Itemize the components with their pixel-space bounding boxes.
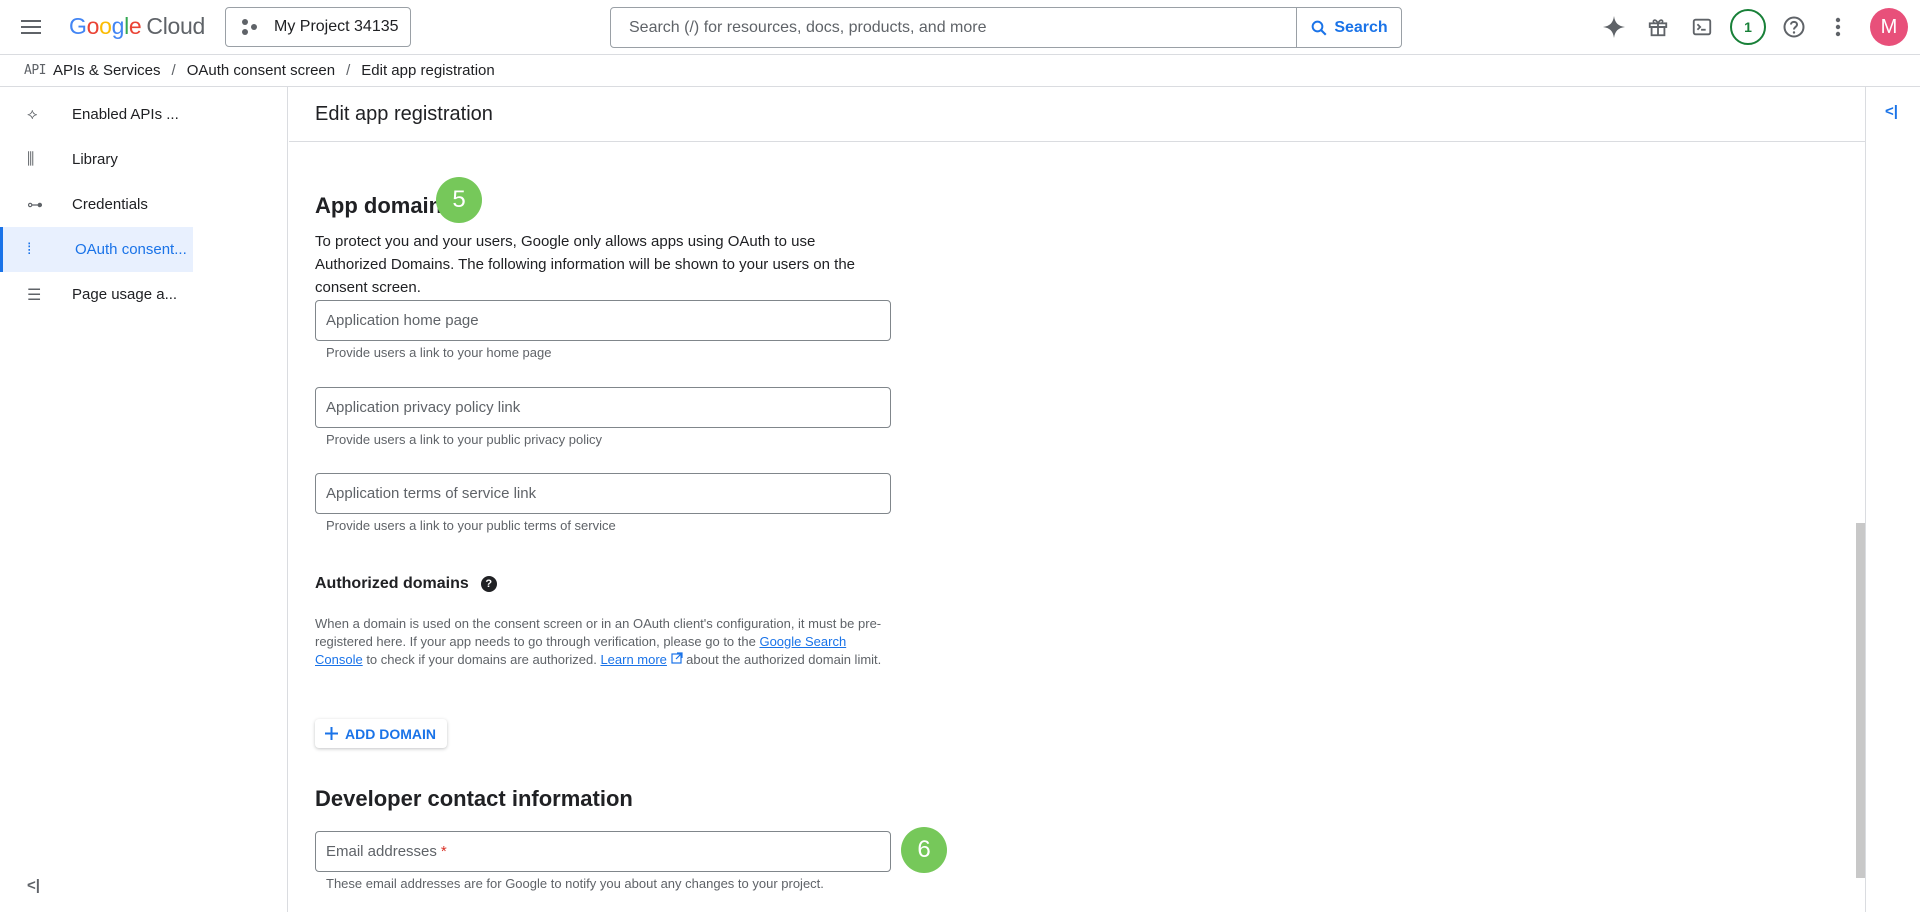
terms-of-service-field[interactable]: Application terms of service link <box>315 473 891 514</box>
authorized-domains-heading: Authorized domains ? <box>315 575 497 593</box>
collapse-sidebar-icon[interactable]: <| <box>27 877 40 894</box>
email-addresses-placeholder: Email addresses <box>326 843 437 860</box>
external-link-icon <box>670 652 683 664</box>
breadcrumb-separator: / <box>346 62 351 79</box>
breadcrumb-apis-services[interactable]: APIs & Services <box>53 62 161 79</box>
email-addresses-hint: These email addresses are for Google to … <box>326 876 824 891</box>
search-icon <box>1311 20 1327 35</box>
consent-icon: ⁞ <box>27 240 32 258</box>
breadcrumb-oauth-consent[interactable]: OAuth consent screen <box>187 62 335 79</box>
add-domain-button[interactable]: ADD DOMAIN <box>315 719 447 748</box>
breadcrumb-current: Edit app registration <box>361 62 495 79</box>
search-button[interactable]: Search <box>1296 8 1401 47</box>
top-actions: 1 M <box>1592 0 1920 54</box>
step-badge-5: 5 <box>436 177 482 223</box>
home-page-placeholder: Application home page <box>326 312 479 329</box>
project-picker-button[interactable]: My Project 34135 <box>225 7 411 47</box>
main-content: Edit app registration ... App domain 5 T… <box>289 87 1865 912</box>
sidebar-item-label: Page usage a... <box>72 286 178 303</box>
more-vert-icon[interactable] <box>1822 11 1854 43</box>
privacy-policy-placeholder: Application privacy policy link <box>326 399 521 416</box>
privacy-policy-hint: Provide users a link to your public priv… <box>326 432 603 447</box>
search-button-label: Search <box>1334 18 1388 36</box>
gemini-sparkle-icon[interactable] <box>1598 11 1630 43</box>
expand-panel-icon[interactable]: <| <box>1885 103 1898 120</box>
page-usage-icon: ☰ <box>27 286 42 304</box>
step-badge-6: 6 <box>901 827 947 873</box>
terms-of-service-placeholder: Application terms of service link <box>326 485 537 502</box>
google-cloud-logo[interactable]: Google Cloud <box>69 13 205 40</box>
page-title: Edit app registration <box>289 87 1865 142</box>
main-menu-button[interactable] <box>18 13 46 41</box>
clipped-text: ... <box>315 218 326 228</box>
terms-of-service-hint: Provide users a link to your public term… <box>326 518 616 533</box>
sidebar-item-page-usage[interactable]: ☰ Page usage a... <box>0 272 193 317</box>
library-icon: ⫼ <box>27 150 35 168</box>
help-icon[interactable] <box>1778 11 1810 43</box>
required-mark: * <box>440 843 447 860</box>
top-app-bar: Google Cloud My Project 34135 Search (/) … <box>0 0 1920 54</box>
developer-contact-heading: Developer contact information <box>315 786 633 811</box>
sidebar: ⟡ Enabled APIs ... ⫼ Library ⊶ Credentia… <box>0 87 288 912</box>
home-page-hint: Provide users a link to your home page <box>326 345 552 360</box>
scrollbar-thumb[interactable] <box>1856 523 1865 878</box>
account-avatar[interactable]: M <box>1870 8 1908 46</box>
sidebar-item-label: Enabled APIs ... <box>72 106 179 123</box>
email-addresses-field[interactable]: Email addresses * <box>315 831 891 872</box>
search-bar[interactable]: Search (/) for resources, docs, products… <box>610 7 1402 48</box>
learn-more-link[interactable]: Learn more <box>600 652 666 667</box>
app-domain-heading: App domain <box>315 193 443 218</box>
sidebar-item-label: OAuth consent... <box>75 241 187 258</box>
home-page-field[interactable]: Application home page <box>315 300 891 341</box>
add-domain-label: ADD DOMAIN <box>345 725 436 742</box>
right-rail: <| <box>1865 87 1920 912</box>
app-domain-description: To protect you and your users, Google on… <box>315 233 855 296</box>
notifications-badge[interactable]: 1 <box>1730 9 1766 45</box>
plus-icon <box>325 727 338 740</box>
sidebar-item-credentials[interactable]: ⊶ Credentials <box>0 182 193 227</box>
sidebar-item-enabled-apis[interactable]: ⟡ Enabled APIs ... <box>0 92 193 137</box>
project-name: My Project 34135 <box>274 18 399 35</box>
api-icon: API <box>24 63 46 78</box>
authorized-domains-description: When a domain is used on the consent scr… <box>315 616 882 667</box>
sidebar-item-oauth-consent[interactable]: ⁞ OAuth consent... <box>0 227 193 272</box>
breadcrumb: API APIs & Services / OAuth consent scre… <box>0 54 1920 87</box>
breadcrumb-separator: / <box>171 62 176 79</box>
cloud-shell-icon[interactable] <box>1686 11 1718 43</box>
sidebar-item-library[interactable]: ⫼ Library <box>0 137 193 182</box>
search-input[interactable]: Search (/) for resources, docs, products… <box>611 19 1296 37</box>
sidebar-item-label: Library <box>72 151 118 168</box>
gift-icon[interactable] <box>1642 11 1674 43</box>
enabled-apis-icon: ⟡ <box>27 105 38 123</box>
key-icon: ⊶ <box>27 196 43 214</box>
help-icon[interactable]: ? <box>480 576 497 592</box>
sidebar-item-label: Credentials <box>72 196 148 213</box>
privacy-policy-field[interactable]: Application privacy policy link <box>315 387 891 428</box>
project-icon <box>240 17 260 37</box>
